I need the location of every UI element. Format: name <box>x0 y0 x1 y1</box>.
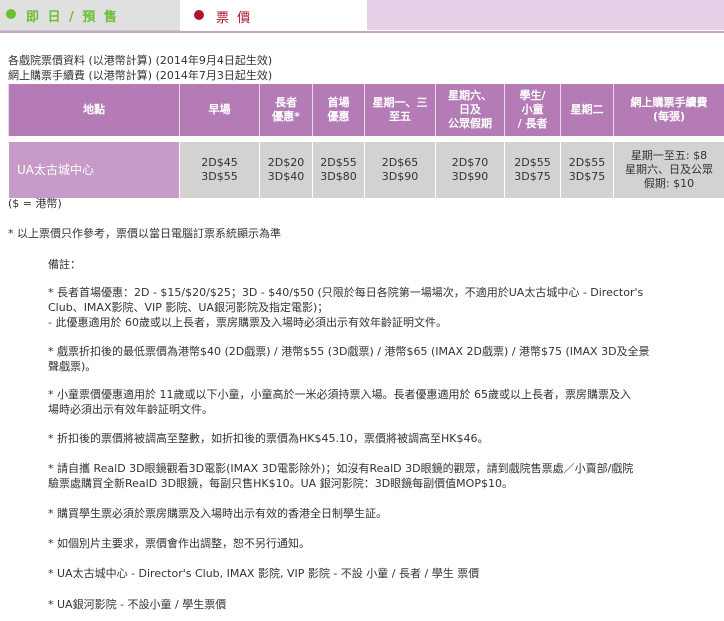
remark-item: * 折扣後的票價將被調高至整數，如折扣後的票價為HK$45.10，票價將被調高至… <box>48 432 489 445</box>
price-cell: 2D$70 3D$90 <box>435 142 505 198</box>
table-header-row: 地點 早場 長者 優惠* 首場 優惠 星期一、三 至五 星期六、 日及 公眾假期 學生/小… <box>8 84 724 136</box>
header-student-child-senior: 學生/小童 / 長者 <box>504 84 561 136</box>
remark-item: * 小童票價優惠適用於 11歲或以下小童，小童高於一米必須持票入場。長者優惠適用… <box>48 388 631 416</box>
price-cell: 2D$55 3D$80 <box>312 142 365 198</box>
tab-divider <box>0 31 724 33</box>
header-mon-wed-fri: 星期一、三 至五 <box>364 84 436 136</box>
remark-item: * 請自攜 RealD 3D眼鏡觀看3D電影(IMAX 3D電影除外)；如沒有R… <box>48 462 634 490</box>
header-weekend-holiday: 星期六、 日及 公眾假期 <box>435 84 505 136</box>
remark-item: * 長者首場優惠：2D - $15/$20/$25；3D - $40/$50 (… <box>48 286 644 329</box>
price-cell: 2D$55 3D$75 <box>504 142 561 198</box>
remarks-title: 備註： <box>48 258 81 271</box>
table-row: UA太古城中心 2D$45 3D$55 2D$20 3D$40 2D$55 3D$80… <box>8 142 724 198</box>
tab-price[interactable]: 票 價 <box>182 0 366 32</box>
tab-bar-filler <box>367 0 724 30</box>
tab-bar: 即 日 / 預 售 票 價 <box>0 0 724 33</box>
fee-info-date: 網上購票手續費 (以港幣計算) (2014年7月3日起生效) <box>8 69 273 82</box>
remark-item: * 購買學生票必須於票房購票及入場時出示有效的香港全日制學生証。 <box>48 507 387 520</box>
remark-item: * 戲票折扣後的最低票價為港幣$40 (2D戲票) / 港幣$55 (3D戲票)… <box>48 345 650 373</box>
header-senior: 長者 優惠* <box>259 84 313 136</box>
header-location: 地點 <box>8 84 180 136</box>
currency-note: ($ = 港幣) <box>8 197 62 210</box>
cinema-name: UA太古城中心 <box>8 142 180 198</box>
price-cell: 2D$55 3D$75 <box>560 142 614 198</box>
header-matinee: 早場 <box>179 84 260 136</box>
tab-booking-label: 即 日 / 預 售 <box>26 10 119 25</box>
tab-price-label: 票 價 <box>216 11 253 26</box>
header-online-fee: 網上購票手續費 (每張) <box>613 84 724 136</box>
online-fee-cell: 星期一至五: $8 星期六、日及公眾 假期: $10 <box>613 142 724 198</box>
tab-booking[interactable]: 即 日 / 預 售 <box>0 0 180 31</box>
remark-item: * UA太古城中心 - Director's Club, IMAX 影院, VI… <box>48 567 480 580</box>
remark-item: * 如個別片主要求，票價會作出調整，恕不另行通知。 <box>48 537 310 550</box>
price-info-date: 各戲院票價資料 (以港幣計算) (2014年9月4日起生效) <box>8 54 273 67</box>
price-cell: 2D$45 3D$55 <box>179 142 260 198</box>
header-first-show: 首場 優惠 <box>312 84 365 136</box>
booking-dot-icon <box>6 9 16 19</box>
header-tuesday: 星期二 <box>560 84 614 136</box>
price-cell: 2D$65 3D$90 <box>364 142 436 198</box>
remark-item: * UA銀河影院 - 不設小童 / 學生票價 <box>48 598 227 611</box>
price-cell: 2D$20 3D$40 <box>259 142 313 198</box>
disclaimer: * 以上票價只作參考，票價以當日電腦訂票系統顯示為準 <box>8 227 281 240</box>
price-table: 地點 早場 長者 優惠* 首場 優惠 星期一、三 至五 星期六、 日及 公眾假期 學生/小… <box>8 84 724 198</box>
price-dot-icon <box>194 10 204 20</box>
